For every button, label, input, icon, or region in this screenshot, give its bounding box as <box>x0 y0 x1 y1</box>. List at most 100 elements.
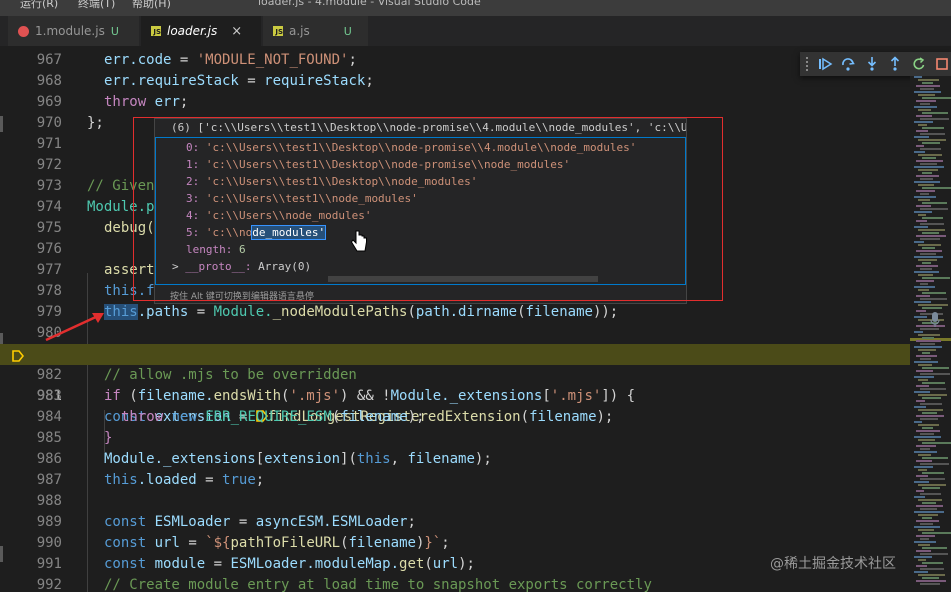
hand-cursor-icon <box>350 230 367 252</box>
minimap-line <box>914 286 935 288</box>
tab-label: 1.module.js <box>35 24 105 38</box>
minimap-line <box>916 460 932 462</box>
minimap-line <box>914 421 922 423</box>
chevron-right-icon[interactable]: > <box>172 260 179 273</box>
code-line: 980 <box>36 325 62 341</box>
drag-handle-icon[interactable] <box>806 57 810 71</box>
tab-untracked-badge: U <box>343 24 352 38</box>
array-item[interactable]: 2: 'c:\\Users\\test1\\Desktop\\node_modu… <box>186 173 477 190</box>
minimap-line <box>914 301 931 303</box>
minimap-line <box>918 499 942 501</box>
code-line: 992// Create module entry at load time t… <box>36 577 652 592</box>
current-execution-line: 981 const extension = findLongestRegiste… <box>0 344 910 425</box>
minimap-line <box>914 91 941 93</box>
variable-tree[interactable]: 0: 'c:\\Users\\test1\\Desktop\\node-prom… <box>155 137 686 285</box>
minimap-line <box>918 304 948 306</box>
minimap-line <box>922 487 940 489</box>
hover-hint: 按住 Alt 键可切换到编辑器语言悬停 <box>170 292 314 302</box>
minimap-line <box>922 367 949 369</box>
minimap-line <box>914 541 936 543</box>
minimap-line <box>916 400 925 402</box>
step-into-icon[interactable] <box>863 55 881 74</box>
minimap-line <box>922 232 939 234</box>
code-line: 986 Module._extensions[extension](this, f… <box>36 451 492 467</box>
minimap-line <box>920 208 948 210</box>
step-out-icon[interactable] <box>886 55 904 74</box>
code-line: 990 const url = `${pathToFileURL(filename… <box>36 535 450 551</box>
continue-icon[interactable] <box>816 55 834 74</box>
minimap-line <box>916 280 934 282</box>
minimap-line <box>918 559 926 561</box>
minimap-line <box>920 163 937 165</box>
paused-breakpoint-icon[interactable] <box>12 348 25 362</box>
menu-help[interactable]: 帮助(H) <box>132 0 171 11</box>
minimap-line <box>920 103 930 105</box>
array-item[interactable]: 3: 'c:\\Users\\test1\\node_modules' <box>186 190 418 207</box>
minimap-line <box>916 580 946 582</box>
minimap-line <box>918 514 938 516</box>
minimap-line <box>918 349 936 351</box>
minimap-line <box>914 106 937 108</box>
minimap-line <box>916 175 939 177</box>
minimap-line <box>918 439 935 441</box>
minimap-line <box>914 316 927 318</box>
horizontal-scrollbar[interactable] <box>328 276 598 282</box>
code-line: 984 throw new ERR_REQUIRE_ESM(filename); <box>36 409 425 425</box>
minimap-line <box>920 238 940 240</box>
minimap-line <box>922 442 951 444</box>
stop-icon[interactable] <box>934 55 951 74</box>
minimap-line <box>918 259 937 261</box>
minimap-line <box>920 508 937 510</box>
microphone-icon[interactable] <box>930 312 940 328</box>
proto-item[interactable]: > __proto__: Array(0) <box>172 258 311 275</box>
minimap-line <box>920 433 934 435</box>
debug-hover-widget[interactable]: (6) ['c:\\Users\\test1\\Desktop\\node-pr… <box>154 118 687 304</box>
minimap-line <box>918 139 946 141</box>
minimap-line <box>920 178 933 180</box>
array-item[interactable]: 0: 'c:\\Users\\test1\\Desktop\\node-prom… <box>186 139 636 156</box>
minimap-line <box>916 505 943 507</box>
window-title: loader.js - 4.module - Visual Studio Cod… <box>258 0 481 8</box>
minimap-line <box>918 529 934 531</box>
tab-a-js[interactable]: JS a.js U <box>263 16 369 46</box>
menu-run[interactable]: 运行(R) <box>20 0 58 11</box>
array-item[interactable]: 4: 'c:\\Users\\node_modules' <box>186 207 371 224</box>
minimap-line <box>914 241 924 243</box>
minimap-line <box>922 172 932 174</box>
code-line: 988 <box>36 493 62 509</box>
minimap-line <box>922 262 931 264</box>
minimap-line <box>918 469 927 471</box>
menu-terminal[interactable]: 终端(T) <box>78 0 115 11</box>
minimap-line <box>920 133 945 135</box>
minimap-line <box>920 493 941 495</box>
minimap[interactable] <box>910 76 951 592</box>
minimap-line <box>920 88 934 90</box>
minimap-line <box>916 340 941 342</box>
minimap-line <box>914 211 932 213</box>
minimap-line <box>922 202 947 204</box>
minimap-line <box>922 457 948 459</box>
close-icon[interactable]: × <box>231 24 242 39</box>
minimap-line <box>918 229 945 231</box>
minimap-line <box>918 409 943 411</box>
minimap-line <box>922 142 940 144</box>
minimap-line <box>922 562 943 564</box>
array-item[interactable]: 5: 'c:\\node_modules' <box>186 224 327 241</box>
minimap-line <box>920 418 938 420</box>
tab-1-module-js[interactable]: 1.module.js U <box>8 16 140 46</box>
array-item[interactable]: 1: 'c:\\Users\\test1\\Desktop\\node-prom… <box>186 156 570 173</box>
minimap-line <box>914 331 923 333</box>
restart-icon[interactable] <box>910 55 928 74</box>
minimap-line <box>918 244 941 246</box>
minimap-line <box>922 577 939 579</box>
minimap-line <box>920 523 933 525</box>
minimap-line <box>922 127 944 129</box>
length-item[interactable]: length: 6 <box>186 241 246 258</box>
minimap-line <box>916 445 936 447</box>
minimap-line <box>918 379 928 381</box>
step-over-icon[interactable] <box>839 55 857 74</box>
minimap-line <box>922 217 943 219</box>
minimap-line <box>914 271 939 273</box>
tab-loader-js[interactable]: JS loader.js × <box>141 16 262 46</box>
hover-header: (6) ['c:\\Users\\test1\\Desktop\\node-pr… <box>171 121 686 134</box>
